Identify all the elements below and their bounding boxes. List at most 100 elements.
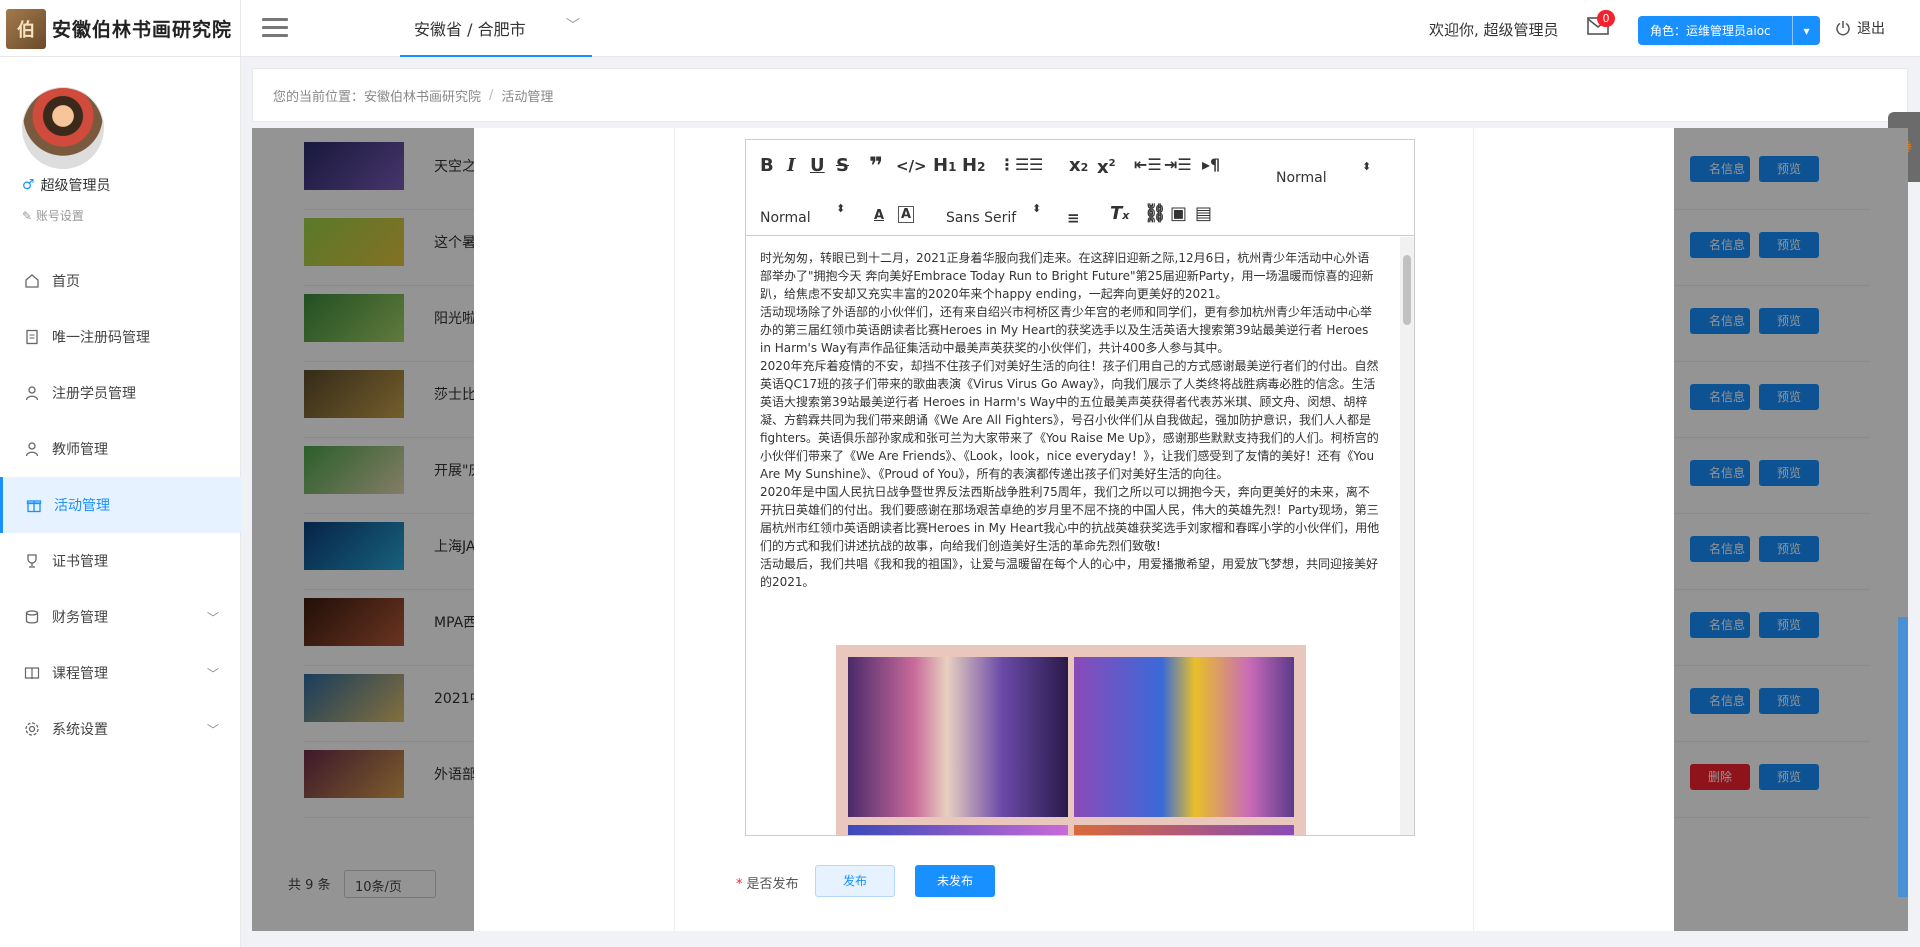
trophy-icon bbox=[24, 553, 40, 569]
link-icon[interactable]: ⛓ bbox=[1144, 204, 1167, 224]
publish-field-label: * 是否发布 bbox=[736, 873, 799, 892]
chevron-down-icon: ﹀ bbox=[206, 611, 219, 625]
region-label: 安徽省 / 合肥市 bbox=[414, 19, 526, 39]
required-mark: * bbox=[736, 877, 743, 892]
breadcrumb-prefix: 您的当前位置： bbox=[273, 89, 365, 105]
strike-icon[interactable]: S bbox=[836, 156, 849, 176]
outdent-icon[interactable]: ⇤☰ bbox=[1134, 155, 1162, 175]
sidebar-item-home[interactable]: 首页 bbox=[0, 253, 241, 309]
blockquote-icon[interactable]: ❞ bbox=[869, 154, 883, 178]
mail-count-badge: 0 bbox=[1597, 10, 1615, 27]
sidebar-item-label: 课程管理 bbox=[52, 666, 108, 682]
header2-icon[interactable]: H2 bbox=[962, 156, 985, 177]
image-icon[interactable]: ▣ bbox=[1170, 204, 1187, 224]
power-icon bbox=[1836, 21, 1850, 36]
welcome-text: 欢迎你, 超级管理员 bbox=[1429, 21, 1559, 39]
chevron-down-icon[interactable]: ▾ bbox=[1792, 16, 1820, 45]
subscript-icon[interactable]: x2 bbox=[1069, 156, 1088, 178]
chevron-down-icon: ﹀ bbox=[566, 18, 580, 34]
sidebar-item-registration-codes[interactable]: 唯一注册码管理 bbox=[0, 309, 241, 365]
region-selector[interactable]: 安徽省 / 合肥市 ﹀ bbox=[400, 0, 592, 57]
paragraph: 2020年充斥着疫情的不安，却挡不住孩子们对美好生活的向往！孩子们用自己的方式感… bbox=[760, 359, 1379, 481]
underline-icon[interactable]: U bbox=[810, 156, 825, 176]
activity-photo-collage bbox=[836, 645, 1306, 835]
editor-scrollbar[interactable] bbox=[1400, 237, 1414, 835]
editor-content[interactable]: 时光匆匆，转眼已到十二月，2021正身着华服向我们走来。在这辞旧迎新之际,12月… bbox=[746, 237, 1414, 835]
paragraph: 活动最后，我们共唱《我和我的祖国》，让爱与温暖留在每个人的心中，用爱播撒希望，用… bbox=[760, 557, 1379, 589]
chevron-updown-icon: ⬍ bbox=[1032, 202, 1042, 215]
book-icon bbox=[24, 665, 40, 681]
sidebar-item-label: 唯一注册码管理 bbox=[52, 330, 150, 346]
paragraph: 2020年是中国人民抗日战争暨世界反法西斯战争胜利75周年，我们之所以可以拥抱今… bbox=[760, 485, 1380, 553]
header1-icon[interactable]: H1 bbox=[933, 156, 956, 177]
gift-icon bbox=[26, 497, 42, 513]
sidebar-item-label: 财务管理 bbox=[52, 610, 108, 626]
paragraph: 活动现场除了外语部的小伙伴们，还有来自绍兴市柯桥区青少年宫的老师和同学们，更有参… bbox=[760, 305, 1373, 355]
logout-label: 退出 bbox=[1857, 21, 1885, 37]
breadcrumb-root-link[interactable]: 安徽伯林书画研究院 bbox=[364, 86, 481, 105]
video-icon[interactable]: ▤ bbox=[1195, 204, 1212, 224]
sidebar-item-teachers[interactable]: 教师管理 bbox=[0, 421, 241, 477]
sidebar-item-courses[interactable]: 课程管理 ﹀ bbox=[0, 645, 241, 701]
header-select[interactable]: Normal bbox=[1276, 170, 1327, 186]
logout-button[interactable]: 退出 bbox=[1835, 18, 1885, 38]
top-header: 伯 安徽伯林书画研究院 安徽省 / 合肥市 ﹀ 欢迎你, 超级管理员 0 角色：… bbox=[0, 0, 1920, 57]
sidebar-item-label: 注册学员管理 bbox=[52, 386, 136, 402]
sidebar-item-settings[interactable]: 系统设置 ﹀ bbox=[0, 701, 241, 757]
document-icon bbox=[24, 329, 40, 345]
chevron-updown-icon: ⬍ bbox=[1362, 160, 1372, 173]
event-photo bbox=[848, 825, 1068, 835]
event-photo bbox=[848, 657, 1068, 817]
logo-text: 安徽伯林书画研究院 bbox=[52, 19, 233, 41]
publish-radio-button[interactable]: 发布 bbox=[815, 865, 895, 897]
male-icon: ♂ bbox=[22, 177, 35, 193]
page-scrollbar[interactable] bbox=[1898, 617, 1908, 897]
home-icon bbox=[24, 273, 40, 289]
text-color-icon[interactable]: A bbox=[874, 206, 884, 226]
font-select[interactable]: Sans Serif bbox=[946, 210, 1016, 226]
account-settings-link[interactable]: ✎ 账号设置 bbox=[22, 207, 84, 224]
clean-format-icon[interactable]: Tx bbox=[1110, 204, 1129, 226]
sidebar: ♂ 超级管理员 ✎ 账号设置 首页 唯一注册码管理 注册学员管理 教师管理 活动管… bbox=[0, 57, 241, 947]
unpublish-radio-button[interactable]: 未发布 bbox=[915, 865, 995, 897]
gear-icon bbox=[24, 721, 40, 737]
sidebar-item-label: 教师管理 bbox=[52, 442, 108, 458]
ordered-list-icon[interactable]: ⋮☰ bbox=[999, 155, 1029, 175]
breadcrumb-separator: / bbox=[489, 87, 494, 103]
paragraph: 时光匆匆，转眼已到十二月，2021正身着华服向我们走来。在这辞旧迎新之际,12月… bbox=[760, 251, 1374, 301]
sidebar-item-activities[interactable]: 活动管理 bbox=[0, 477, 241, 533]
app-logo[interactable]: 伯 安徽伯林书画研究院 bbox=[0, 0, 241, 57]
indent-icon[interactable]: ⇥☰ bbox=[1164, 155, 1192, 175]
sidebar-item-label: 首页 bbox=[52, 274, 80, 290]
account-settings-label: 账号设置 bbox=[35, 209, 84, 223]
background-color-icon[interactable]: A bbox=[898, 206, 915, 223]
user-icon bbox=[24, 385, 40, 401]
sidebar-item-finance[interactable]: 财务管理 ﹀ bbox=[0, 589, 241, 645]
chevron-down-icon: ﹀ bbox=[206, 723, 219, 737]
superscript-icon[interactable]: x2 bbox=[1097, 154, 1116, 178]
code-block-icon[interactable]: </> bbox=[896, 156, 927, 176]
database-icon bbox=[24, 609, 40, 625]
bullet-list-icon[interactable]: ☰ bbox=[1029, 155, 1043, 175]
avatar[interactable] bbox=[22, 87, 104, 169]
sidebar-item-label: 证书管理 bbox=[52, 554, 108, 570]
sidebar-item-label: 系统设置 bbox=[52, 722, 108, 738]
scrollbar-thumb[interactable] bbox=[1403, 255, 1411, 325]
user-name-label: 超级管理员 bbox=[40, 178, 111, 194]
publish-label-text: 是否发布 bbox=[746, 877, 799, 892]
logo-mark: 伯 bbox=[6, 8, 46, 49]
size-select[interactable]: Normal bbox=[760, 210, 811, 226]
event-photo bbox=[1074, 825, 1294, 835]
sidebar-item-students[interactable]: 注册学员管理 bbox=[0, 365, 241, 421]
user-icon bbox=[24, 441, 40, 457]
chevron-updown-icon: ⬍ bbox=[836, 202, 846, 215]
bold-icon[interactable]: B bbox=[760, 156, 774, 176]
menu-toggle-icon[interactable] bbox=[262, 18, 288, 40]
align-icon[interactable]: ≡ bbox=[1067, 208, 1080, 228]
sidebar-item-certificates[interactable]: 证书管理 bbox=[0, 533, 241, 589]
role-dropdown-button[interactable]: 角色：运维管理员aioc ▾ bbox=[1638, 16, 1820, 45]
role-label: 角色：运维管理员aioc bbox=[1650, 24, 1771, 38]
italic-icon[interactable]: I bbox=[787, 156, 795, 176]
text-direction-icon[interactable]: ▸¶ bbox=[1202, 155, 1220, 175]
editor-toolbar: B I U S ❞ </> H1 H2 ⋮☰ ☰ x2 x2 ⇤☰ ⇥☰ ▸¶ … bbox=[746, 140, 1414, 236]
